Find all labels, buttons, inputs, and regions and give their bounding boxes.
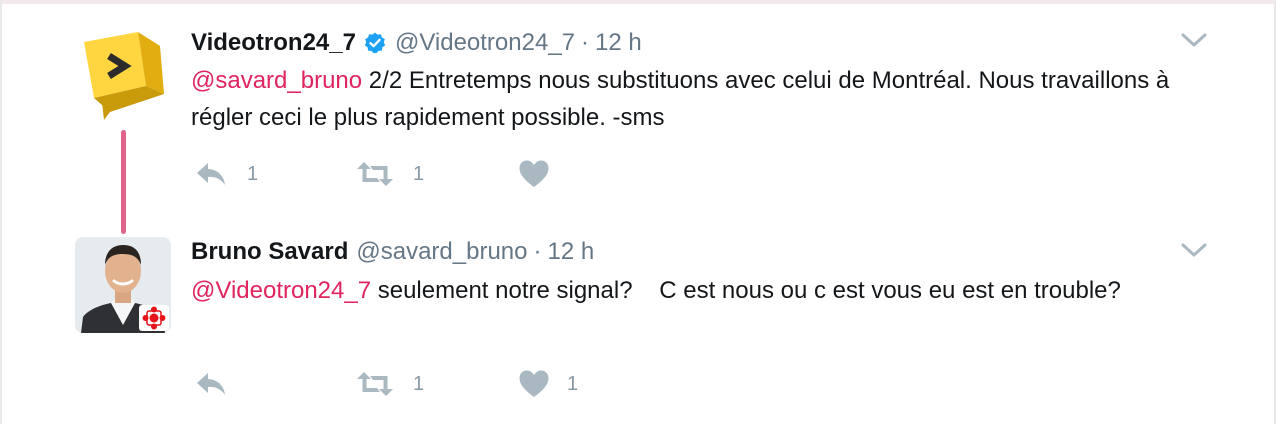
author-handle[interactable]: @Videotron24_7 xyxy=(395,29,575,57)
tweet-timestamp[interactable]: 12 h xyxy=(548,238,595,266)
tweet-videotron[interactable]: Videotron24_7 @Videotron24_7 · 12 h @sav… xyxy=(0,0,1276,220)
verified-badge-icon xyxy=(363,31,387,55)
tweet-text: @savard_bruno 2/2 Entretemps nous substi… xyxy=(191,62,1201,136)
chevron-down-icon[interactable] xyxy=(1180,30,1208,50)
tweet-header: Bruno Savard @savard_bruno · 12 h xyxy=(191,236,594,268)
tweet-body: seulement notre signal? C est nous ou c … xyxy=(371,277,1121,304)
reply-button[interactable] xyxy=(195,367,247,401)
avatar-videotron[interactable] xyxy=(76,28,172,124)
retweet-icon xyxy=(357,162,393,186)
retweet-count: 1 xyxy=(413,162,425,185)
author-name[interactable]: Bruno Savard xyxy=(191,238,348,266)
avatar-bruno-savard[interactable] xyxy=(75,237,171,333)
like-button[interactable] xyxy=(519,157,567,191)
videotron-logo-icon xyxy=(84,32,164,120)
separator-dot: · xyxy=(581,29,590,56)
chevron-down-icon[interactable] xyxy=(1180,240,1208,260)
retweet-button[interactable]: 1 xyxy=(355,367,424,401)
author-handle[interactable]: @savard_bruno xyxy=(356,238,527,266)
tweet-bruno-savard[interactable]: Bruno Savard @savard_bruno · 12 h @Video… xyxy=(0,222,1276,424)
tweet-header: Videotron24_7 @Videotron24_7 · 12 h xyxy=(191,27,642,59)
reply-count: 1 xyxy=(247,162,259,185)
reply-icon xyxy=(197,163,225,185)
like-count: 1 xyxy=(567,372,579,395)
tweet-actions: 1 1 xyxy=(191,367,611,401)
reply-button[interactable]: 1 xyxy=(195,157,258,191)
author-name[interactable]: Videotron24_7 xyxy=(191,29,356,57)
retweet-count: 1 xyxy=(413,372,425,395)
like-button[interactable]: 1 xyxy=(519,367,578,401)
mention-link[interactable]: @savard_bruno xyxy=(191,67,362,94)
reply-icon xyxy=(197,373,225,395)
tweet-actions: 1 1 xyxy=(191,157,611,191)
separator-dot: · xyxy=(533,238,542,265)
tweet-timestamp[interactable]: 12 h xyxy=(595,29,642,57)
mention-link[interactable]: @Videotron24_7 xyxy=(191,277,371,304)
like-heart-icon xyxy=(519,160,549,187)
profile-photo-icon xyxy=(75,237,171,333)
retweet-icon xyxy=(357,372,393,396)
retweet-button[interactable]: 1 xyxy=(355,157,424,191)
tweet-text: @Videotron24_7 seulement notre signal? C… xyxy=(191,272,1201,309)
like-heart-icon xyxy=(519,370,549,397)
